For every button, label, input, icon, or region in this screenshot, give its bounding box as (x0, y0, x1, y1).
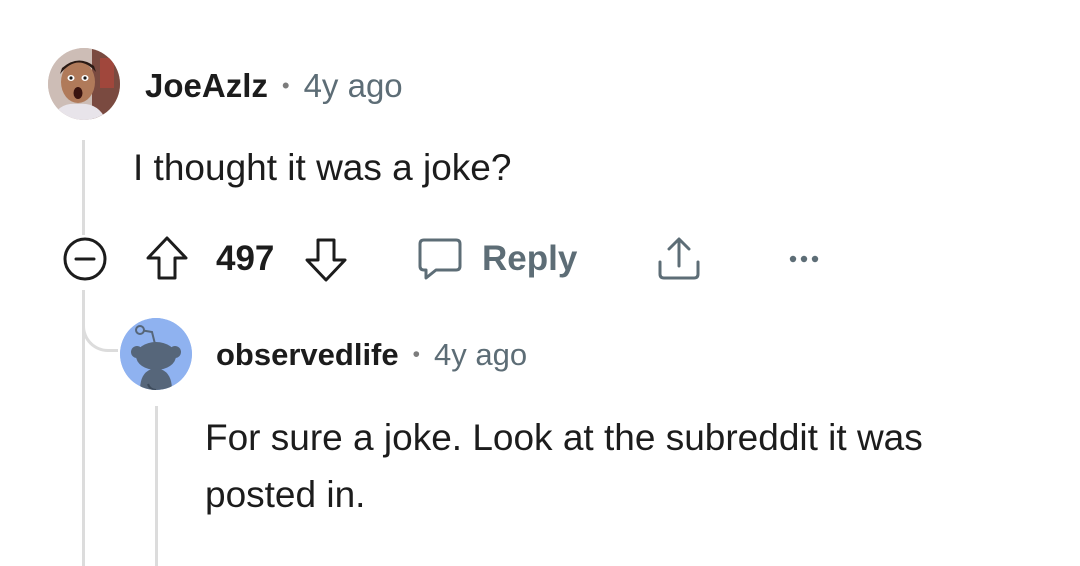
upvote-arrow-icon (146, 236, 188, 280)
downvote-button[interactable] (303, 236, 349, 284)
share-upload-icon (658, 237, 700, 280)
upvote-button[interactable] (144, 234, 190, 282)
reply-label: Reply (482, 239, 578, 278)
collapse-minus-icon (63, 237, 107, 281)
thread-line-parent[interactable] (82, 140, 85, 235)
snoo-default-avatar-icon (120, 318, 192, 390)
more-options-button[interactable] (786, 248, 826, 270)
meta-separator: • (412, 343, 420, 366)
comment-age: 4y ago (433, 337, 528, 372)
comment-body-line-2: posted in. (205, 474, 366, 515)
comment-age: 4y ago (303, 67, 403, 104)
downvote-arrow-icon (305, 238, 347, 282)
share-button[interactable] (655, 234, 703, 284)
thread-connector-curve (82, 300, 118, 352)
collapse-button[interactable] (62, 236, 108, 282)
more-dots-icon (789, 255, 819, 263)
meta-separator: • (281, 73, 290, 98)
thread-line-reply[interactable] (155, 406, 158, 566)
comment-body-line-1: For sure a joke. Look at the subreddit i… (205, 417, 923, 458)
reply-button[interactable]: Reply (416, 236, 586, 284)
comment-meta: JoeAzlz • 4y ago (145, 64, 403, 108)
vote-count: 497 (216, 239, 275, 278)
username[interactable]: observedlife (216, 337, 399, 373)
avatar[interactable] (120, 318, 192, 390)
avatar[interactable] (48, 48, 120, 120)
comment-body: I thought it was a joke? (133, 147, 512, 188)
comment-meta: observedlife • 4y ago (216, 333, 527, 377)
user-photo-avatar-icon (48, 48, 120, 120)
username[interactable]: JoeAzlz (145, 67, 268, 105)
speech-bubble-icon (418, 238, 462, 280)
